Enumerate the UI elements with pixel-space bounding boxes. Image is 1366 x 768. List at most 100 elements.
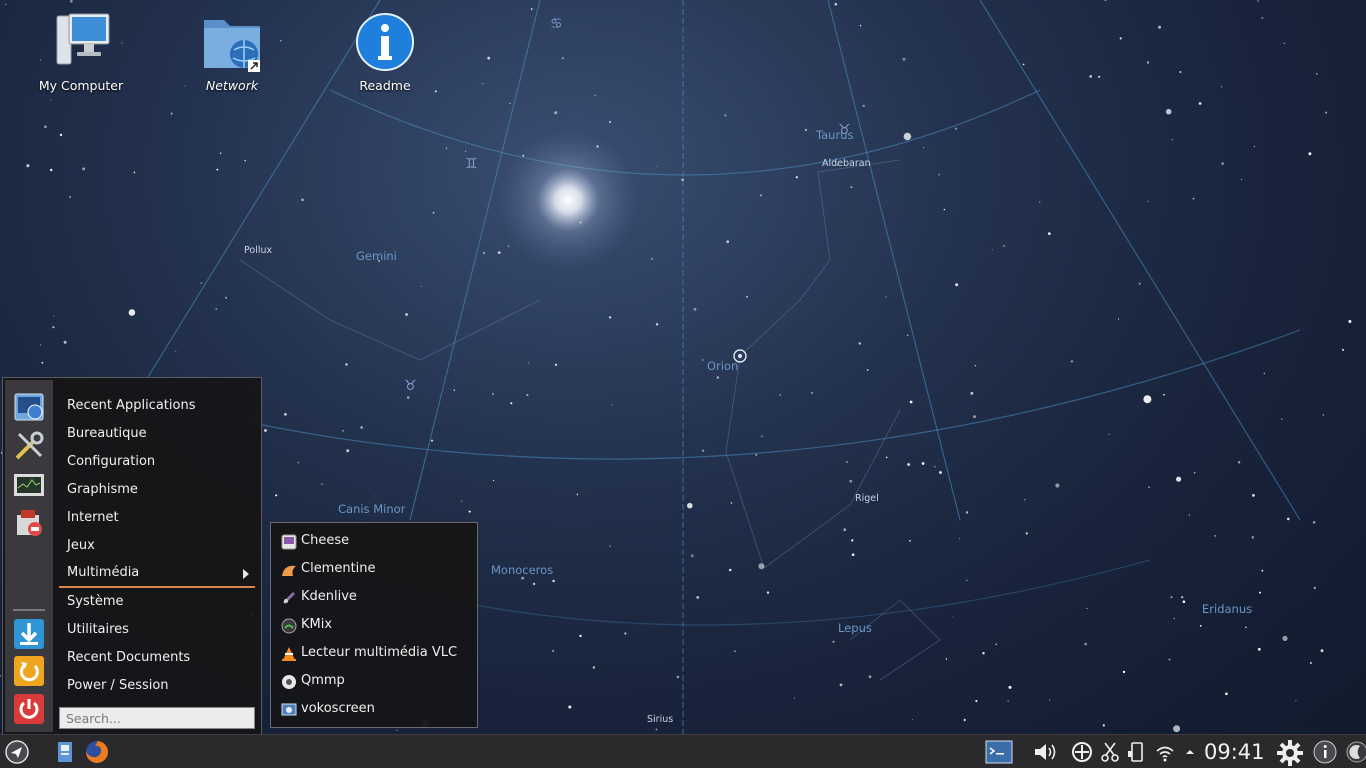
menu-item-power-session[interactable]: Power / Session [59, 672, 255, 700]
menu-item-configuration[interactable]: Configuration [59, 448, 255, 476]
star [909, 539, 911, 542]
star [345, 363, 348, 366]
menu-item-utilitaires[interactable]: Utilitaires [59, 616, 255, 644]
star [507, 245, 510, 247]
star [849, 479, 853, 483]
star [1138, 282, 1141, 285]
menu-item-recent-documents[interactable]: Recent Documents [59, 644, 255, 672]
star [1048, 699, 1051, 701]
star [1282, 635, 1288, 642]
desktop-icon-label: Network [205, 78, 259, 93]
desktop-toolbox-icon[interactable] [1344, 739, 1366, 765]
star [69, 196, 72, 198]
submenu-item-kmix[interactable]: KMix [271, 611, 477, 639]
star [50, 99, 52, 101]
star [576, 493, 579, 496]
menu-item-jeux[interactable]: Jeux [59, 532, 255, 560]
system-monitor-icon[interactable] [13, 470, 45, 502]
star [1259, 591, 1261, 594]
star [528, 362, 530, 364]
star [851, 553, 855, 556]
restart-icon[interactable] [13, 655, 45, 687]
star [407, 396, 410, 399]
file-manager-icon[interactable] [52, 739, 78, 765]
volume-icon[interactable] [1032, 739, 1058, 765]
settings-tools-icon[interactable] [13, 430, 45, 462]
terminal-icon[interactable] [985, 739, 1013, 765]
clementine-icon [281, 561, 297, 577]
desktop-icon-network[interactable]: Network [177, 10, 287, 93]
svg-text:♉: ♉ [404, 378, 417, 394]
menu-item-label: Graphisme [67, 482, 138, 497]
desktop-icon-my-computer[interactable]: My Computer [26, 10, 136, 93]
submenu-item-cheese[interactable]: Cheese [271, 527, 477, 555]
star [26, 164, 30, 168]
star [1055, 483, 1060, 488]
clock[interactable]: 09:41 [1204, 739, 1265, 765]
menu-item-systeme[interactable]: Système [59, 588, 255, 616]
star [1348, 320, 1352, 323]
menu-item-bureautique[interactable]: Bureautique [59, 420, 255, 448]
star [934, 466, 936, 468]
submenu-item-vlc[interactable]: Lecteur multimédia VLC [271, 639, 477, 667]
kmix-icon [281, 617, 297, 634]
star [175, 350, 177, 352]
star [297, 461, 300, 464]
star [594, 94, 596, 96]
star [579, 634, 582, 638]
submenu-item-qmmp[interactable]: Qmmp [271, 667, 477, 695]
star [687, 502, 693, 509]
star [1168, 658, 1171, 661]
star [482, 251, 485, 255]
star [832, 640, 835, 643]
star [53, 315, 55, 317]
settings-gear-icon[interactable] [1276, 739, 1304, 766]
star [851, 539, 854, 542]
app-launcher-icon[interactable] [4, 739, 30, 765]
menu-item-multimedia[interactable]: Multimédia [59, 560, 255, 588]
star [225, 296, 228, 299]
menu-item-label: Utilitaires [67, 622, 129, 637]
star [850, 186, 853, 189]
star [1173, 725, 1181, 733]
lock-screen-icon[interactable] [13, 618, 45, 650]
star [1315, 72, 1318, 75]
sky-label: Orion [707, 359, 738, 373]
favorites-icon[interactable] [13, 392, 45, 424]
star [795, 176, 798, 179]
shutdown-icon[interactable] [13, 693, 45, 725]
network-manager-icon[interactable] [1070, 739, 1094, 765]
star [275, 494, 278, 497]
star [1117, 318, 1120, 320]
submenu-item-vokoscreen[interactable]: vokoscreen [271, 695, 477, 723]
star [746, 295, 748, 298]
info-icon[interactable] [1312, 739, 1338, 765]
star [219, 152, 222, 154]
star [766, 591, 770, 594]
star [609, 545, 611, 547]
firefox-icon[interactable] [84, 739, 110, 765]
sky-label: Lepus [838, 621, 872, 635]
menu-item-label: Recent Applications [67, 398, 196, 413]
wifi-icon[interactable] [1154, 739, 1176, 765]
star [1122, 670, 1126, 674]
menu-item-label: Power / Session [67, 678, 169, 693]
submenu-item-kdenlive[interactable]: Kdenlive [271, 583, 477, 611]
menu-item-graphisme[interactable]: Graphisme [59, 476, 255, 504]
menu-item-internet[interactable]: Internet [59, 504, 255, 532]
submenu-item-clementine[interactable]: Clementine [271, 555, 477, 583]
menu-item-recent-applications[interactable]: Recent Applications [59, 392, 255, 420]
star [461, 500, 463, 502]
clipboard-icon[interactable] [1100, 739, 1120, 765]
star [133, 171, 136, 174]
star [1221, 86, 1223, 88]
menu-search-input[interactable] [59, 707, 255, 729]
star [1342, 348, 1344, 351]
star [975, 699, 978, 703]
device-notifier-icon[interactable] [1126, 739, 1146, 765]
software-installer-icon[interactable] [13, 507, 45, 539]
star [868, 675, 872, 679]
desktop-icon-readme[interactable]: Readme [330, 10, 440, 93]
tray-expand-icon[interactable] [1184, 739, 1196, 765]
star [943, 208, 946, 211]
